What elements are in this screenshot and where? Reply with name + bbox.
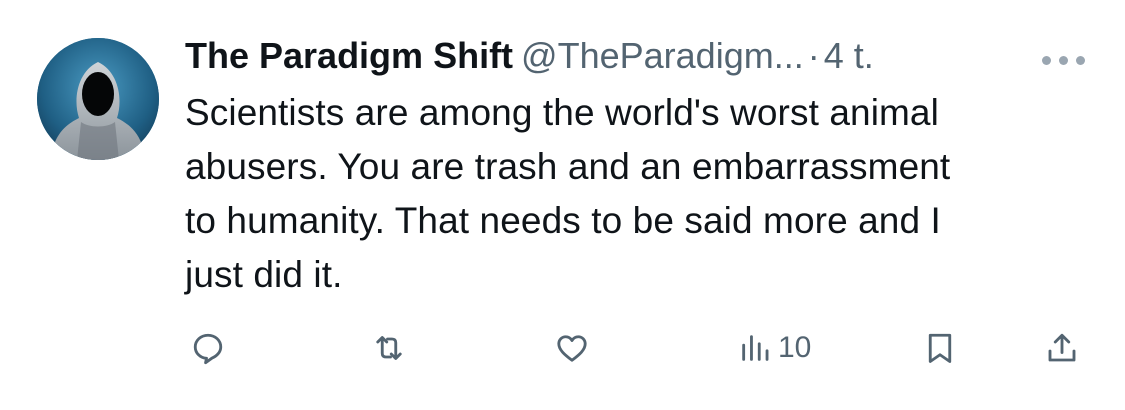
- heart-icon: [557, 335, 587, 362]
- views-count: 10: [778, 331, 812, 364]
- tweet-text: Scientists are among the world's worst a…: [185, 92, 951, 295]
- share-button[interactable]: [1044, 328, 1080, 368]
- separator-dot: ·: [807, 35, 820, 76]
- author-name[interactable]: The Paradigm Shift: [185, 35, 513, 76]
- bookmark-icon: [928, 333, 952, 363]
- avatar[interactable]: [37, 38, 159, 160]
- more-options-button[interactable]: [1040, 52, 1088, 68]
- reply-icon: [193, 333, 223, 365]
- views-icon: [742, 335, 769, 361]
- author-handle[interactable]: @TheParadigm...: [521, 35, 804, 76]
- more-dot-3: [1076, 56, 1085, 65]
- tweet-card[interactable]: The Paradigm Shift @TheParadigm... · 4 t. S…: [0, 0, 1125, 410]
- timestamp[interactable]: 4 t.: [824, 35, 874, 76]
- tweet-header: The Paradigm Shift @TheParadigm... · 4 t.: [185, 34, 1085, 78]
- views-button[interactable]: 10: [738, 328, 811, 368]
- hooded-figure-avatar-icon: [37, 38, 159, 160]
- bookmark-button[interactable]: [922, 328, 958, 368]
- share-icon: [1048, 333, 1076, 362]
- more-dot-2: [1059, 56, 1068, 65]
- like-button[interactable]: [553, 328, 591, 368]
- reply-button[interactable]: [190, 328, 226, 368]
- retweet-icon: [376, 336, 402, 360]
- more-dots-icon: [1042, 56, 1051, 65]
- retweet-button[interactable]: [370, 328, 408, 368]
